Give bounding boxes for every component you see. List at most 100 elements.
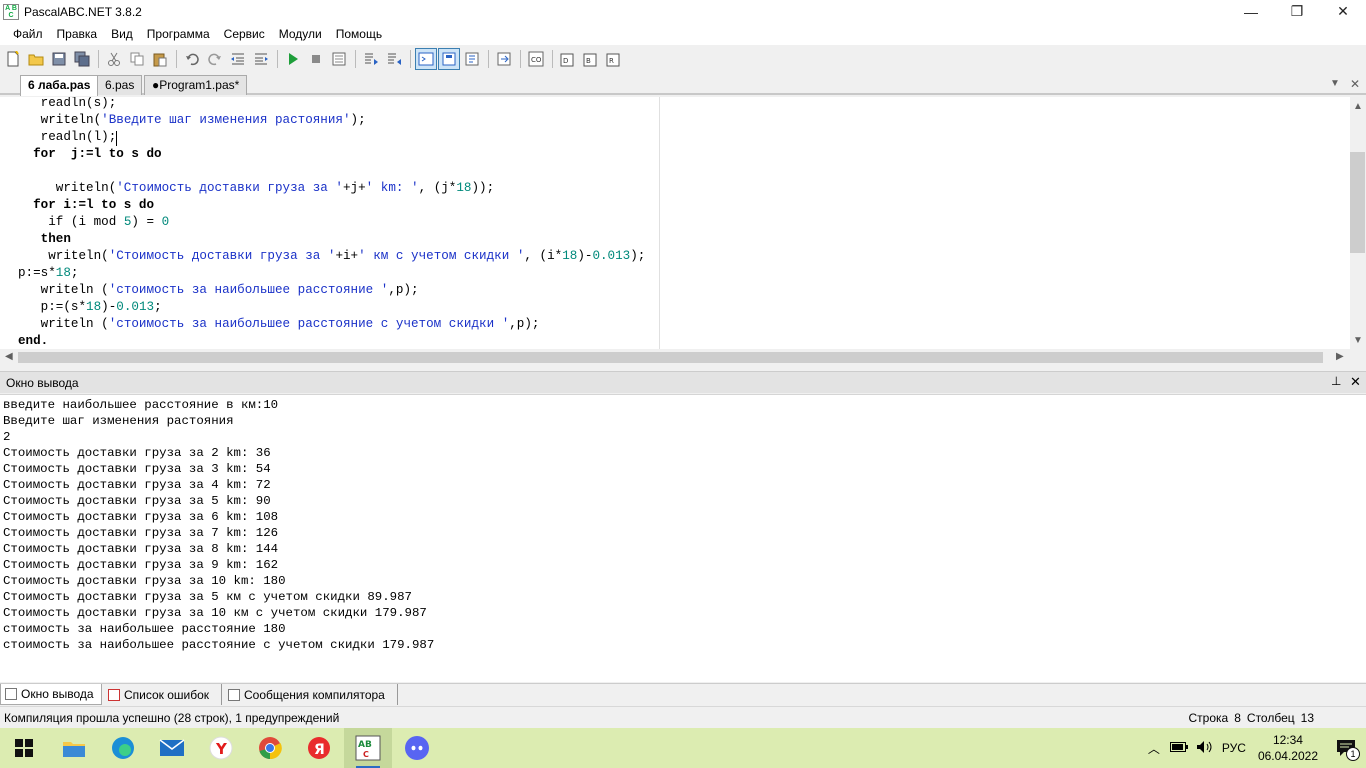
indent-icon[interactable] [250, 48, 272, 70]
code-line: for j:=l to s do [18, 147, 162, 161]
output-line: Стоимость доставки груза за 5 km: 90 [3, 494, 271, 508]
pascalabc-icon[interactable]: AB C [344, 728, 392, 768]
code-line: writeln('Введите шаг изменения растояния… [18, 112, 366, 129]
copy-icon[interactable] [126, 48, 148, 70]
tab-list-dropdown-icon[interactable]: ▼ [1330, 78, 1340, 89]
tab-output-window[interactable]: Окно вывода [0, 684, 102, 705]
outdent-icon[interactable] [227, 48, 249, 70]
scroll-down-icon[interactable]: ▼ [1353, 335, 1363, 346]
output-line: Стоимость доставки груза за 9 km: 162 [3, 558, 279, 572]
menu-help[interactable]: Помощь [329, 23, 389, 45]
pin-icon[interactable]: ⊥ [1331, 374, 1341, 388]
new-file-icon[interactable] [2, 48, 24, 70]
code-line: if (i mod 5) = 0 [18, 215, 170, 229]
tab-label: Сообщения компилятора [244, 687, 385, 702]
debug-icon[interactable] [328, 48, 350, 70]
tab-label: Список ошибок [124, 687, 210, 702]
notification-center-icon[interactable]: 1 [1326, 728, 1366, 768]
menu-file[interactable]: Файл [6, 23, 50, 45]
horizontal-scroll-thumb[interactable] [18, 352, 1323, 363]
toolbar-separator [176, 50, 177, 68]
cut-icon[interactable] [103, 48, 125, 70]
redo-icon[interactable] [204, 48, 226, 70]
undo-icon[interactable] [181, 48, 203, 70]
step-into-icon[interactable] [360, 48, 382, 70]
close-output-icon[interactable]: ✕ [1350, 374, 1361, 390]
stop-icon[interactable] [305, 48, 327, 70]
file-explorer-icon[interactable] [50, 728, 98, 768]
toolbar-separator [98, 50, 99, 68]
intellisense-icon[interactable]: D [557, 48, 579, 70]
tab-compiler-messages[interactable]: Сообщения компилятора [224, 684, 398, 705]
form-view-icon[interactable] [438, 48, 460, 70]
step-over-icon[interactable] [383, 48, 405, 70]
vertical-scroll-thumb[interactable] [1350, 152, 1365, 253]
maximize-button[interactable]: ❐ [1274, 0, 1320, 23]
code-view-icon[interactable] [461, 48, 483, 70]
close-tab-icon[interactable]: ✕ [1350, 77, 1360, 91]
code-line: then [18, 232, 71, 246]
menu-modules[interactable]: Модули [272, 23, 329, 45]
edge-icon[interactable] [99, 728, 147, 768]
output-line: 2 [3, 430, 11, 444]
chrome-icon[interactable] [246, 728, 294, 768]
yandex-icon[interactable]: Y [197, 728, 245, 768]
output-line: Стоимость доставки груза за 2 km: 36 [3, 446, 271, 460]
system-tray: ︿ РУС 12:34 06.04.2022 1 [1148, 728, 1366, 768]
svg-text:Y: Y [215, 740, 228, 758]
output-line: Стоимость доставки груза за 4 km: 72 [3, 478, 271, 492]
code-line: writeln ('стоимость за наибольшее рассто… [18, 317, 540, 331]
toolbar-separator [410, 50, 411, 68]
tab-6-laba[interactable]: 6 лаба.pas [20, 75, 99, 96]
output-line: Стоимость доставки груза за 8 km: 144 [3, 542, 279, 556]
mail-icon[interactable] [148, 728, 196, 768]
show-hidden-icons-icon[interactable]: ︿ [1148, 740, 1160, 757]
status-message: Компиляция прошла успешно (28 строк), 1 … [4, 711, 340, 725]
scroll-right-icon[interactable]: ▶ [1336, 351, 1344, 362]
code-line: writeln ('стоимость за наибольшее рассто… [18, 283, 419, 297]
menu-view[interactable]: Вид [104, 23, 140, 45]
windows-taskbar: Y Я AB C ︿ РУС 12:34 06.04.2022 1 [0, 728, 1366, 768]
paste-icon[interactable] [149, 48, 171, 70]
code-line-text: writeln('Введите шаг изменения растояния… [18, 113, 366, 127]
code-editor[interactable]: readln(s); writeln('Введите шаг изменени… [0, 97, 1350, 349]
output-window-header: Окно вывода ⊥ ✕ [0, 371, 1366, 393]
output-pane[interactable]: введите наибольшее расстояние в км:10 Вв… [0, 394, 1366, 682]
yandex-browser-icon[interactable]: Я [295, 728, 343, 768]
close-window-button[interactable]: ✕ [1320, 0, 1366, 23]
minimize-button[interactable]: — [1228, 0, 1274, 23]
refactor-icon[interactable]: R [603, 48, 625, 70]
toolbar-separator [488, 50, 489, 68]
scroll-left-icon[interactable]: ◀ [5, 351, 13, 362]
run-icon[interactable] [282, 48, 304, 70]
save-icon[interactable] [48, 48, 70, 70]
volume-icon[interactable] [1196, 740, 1214, 757]
open-folder-icon[interactable] [25, 48, 47, 70]
menu-edit[interactable]: Правка [50, 23, 105, 45]
battery-icon[interactable] [1169, 741, 1188, 755]
pascalabc-app-icon: A BC [3, 3, 19, 20]
navigation-icon[interactable] [493, 48, 515, 70]
output-line: стоимость за наибольшее расстояние 180 [3, 622, 286, 636]
tab-error-list[interactable]: Список ошибок [104, 684, 222, 705]
compile-icon[interactable]: CO [525, 48, 547, 70]
svg-text:AB: AB [358, 740, 372, 750]
tab-6-pas[interactable]: 6.pas [97, 75, 143, 95]
start-icon[interactable] [0, 728, 48, 768]
input-language-indicator[interactable]: РУС [1222, 741, 1246, 755]
clock[interactable]: 12:34 06.04.2022 [1258, 732, 1318, 764]
scroll-up-icon[interactable]: ▲ [1353, 101, 1363, 112]
discord-icon[interactable] [393, 728, 441, 768]
menu-program[interactable]: Программа [140, 23, 217, 45]
format-code-icon[interactable]: B [580, 48, 602, 70]
save-all-icon[interactable] [71, 48, 93, 70]
code-line: readln(l); [18, 130, 117, 144]
bottom-panel-tabs: Окно вывода Список ошибок Сообщения комп… [0, 683, 1366, 705]
svg-text:Я: Я [314, 742, 325, 758]
toolbar-separator [355, 50, 356, 68]
tab-program1[interactable]: ●Program1.pas* [144, 75, 248, 95]
menu-service[interactable]: Сервис [217, 23, 272, 45]
output-window-icon[interactable] [415, 48, 437, 70]
code-line: p:=(s*18)-0.013; [18, 300, 162, 314]
tab-label: Окно вывода [21, 687, 94, 701]
